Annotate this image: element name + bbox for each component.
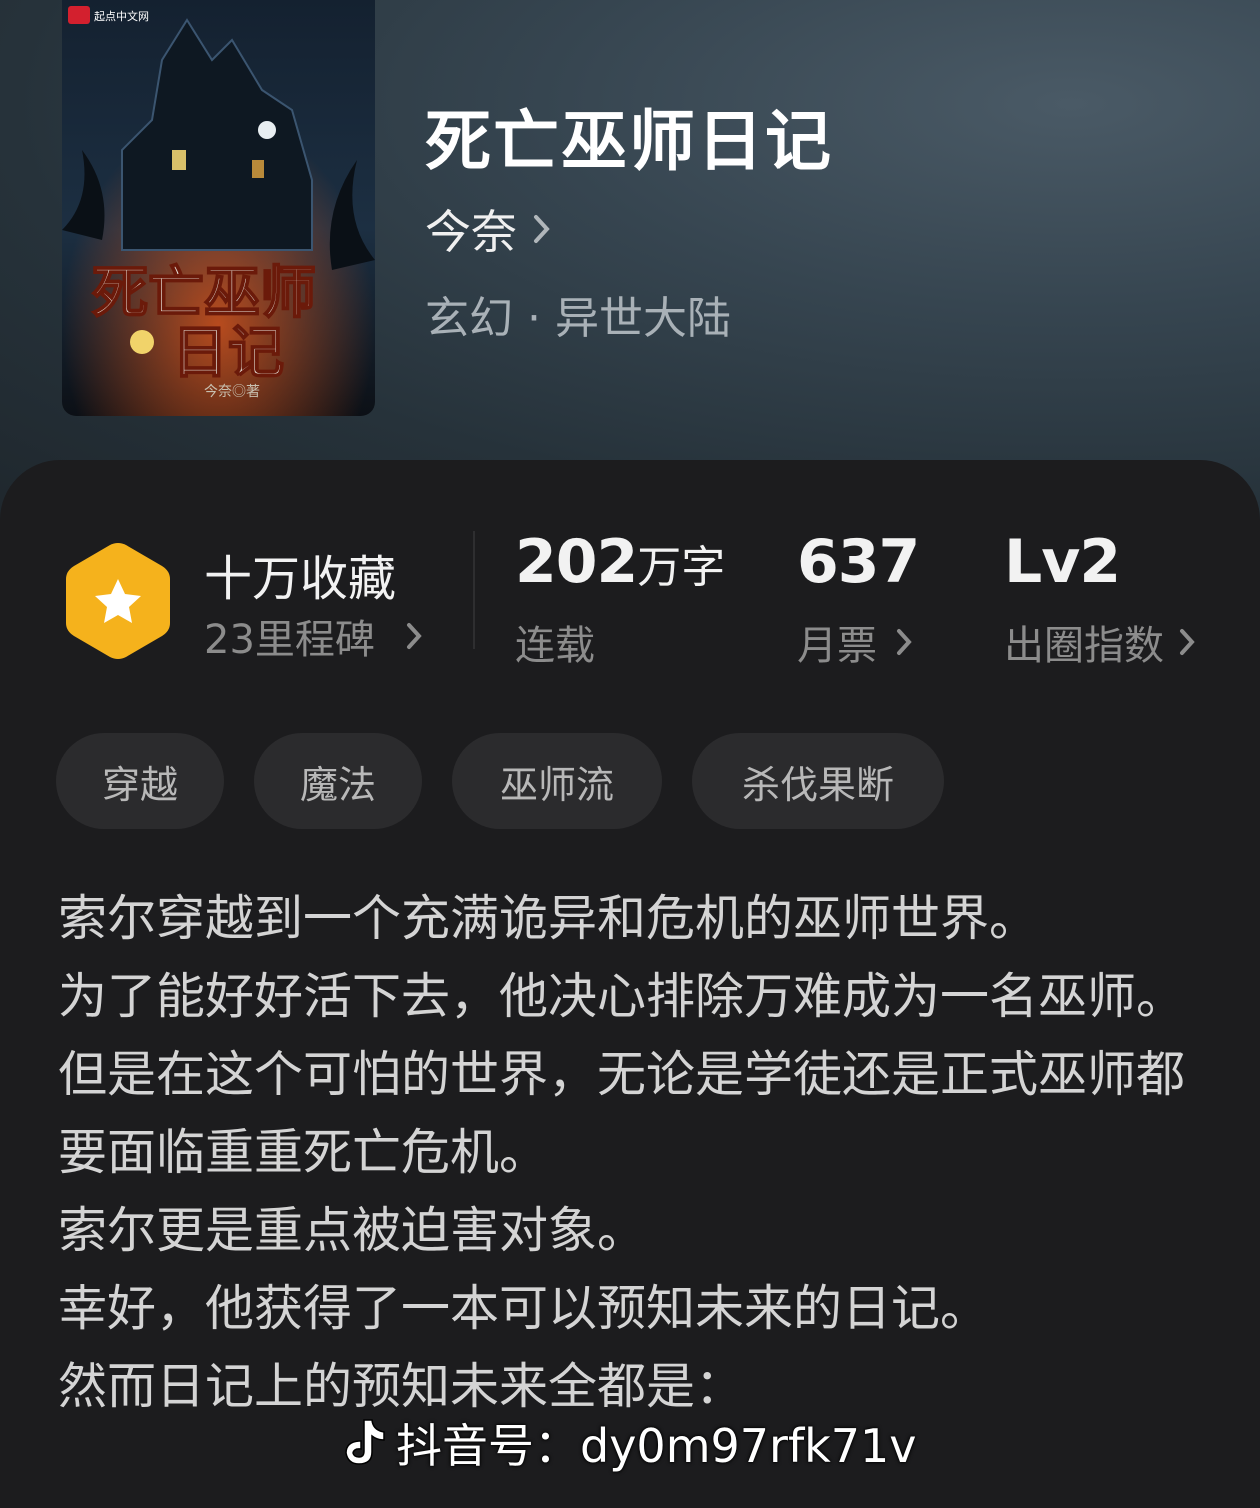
ticket-label: 月票 (797, 623, 877, 669)
author-name: 今奈 (425, 205, 517, 259)
book-description[interactable]: 索尔穿越到一个充满诡异和危机的巫师世界。 为了能好好活下去，他决心排除万难成为一… (58, 880, 1208, 1426)
collect-sub: 23里程碑 (204, 617, 375, 663)
genre-label: 玄幻 · 异世大陆 (425, 293, 731, 344)
ticket-number: 637 (797, 527, 920, 597)
cover-title-line1: 死亡巫师 (92, 260, 316, 326)
douyin-watermark: 抖音号：dy0m97rfk71v (340, 1410, 917, 1476)
description-line: 为了能好好活下去，他决心排除万难成为一名巫师。 (58, 968, 1186, 1025)
douyin-logo-icon (345, 1419, 385, 1465)
cover-brand: 起点中文网 (94, 9, 149, 23)
watermark-text: 抖音号：dy0m97rfk71v (396, 1419, 917, 1473)
word-count-unit: 万字 (637, 542, 726, 593)
cover-title-line2: 日记 (172, 320, 284, 386)
stats-divider (473, 531, 475, 649)
word-count: 202万字 (515, 527, 725, 597)
cover-art: 起点中文网 死亡巫师 日记 今奈◎著 (62, 0, 375, 416)
description-line: 幸好，他获得了一本可以预知未来的日记。 (58, 1280, 990, 1337)
cover-author: 今奈◎著 (204, 384, 260, 400)
collect-title: 十万收藏 (204, 551, 397, 607)
chevron-right-icon (897, 629, 912, 655)
ticket-count: 637 (797, 527, 920, 597)
tag-chip[interactable]: 杀伐果断 (692, 733, 944, 829)
serial-status: 连载 (515, 623, 595, 669)
word-count-number: 202 (515, 527, 638, 597)
description-line: 索尔更是重点被迫害对象。 (58, 1202, 647, 1259)
book-title: 死亡巫师日记 (425, 102, 833, 180)
description-line: 索尔穿越到一个充满诡异和危机的巫师世界。 (58, 890, 1039, 947)
level-value: Lv2 (1004, 527, 1121, 597)
tag-chip[interactable]: 巫师流 (452, 733, 662, 829)
tag-chip[interactable]: 魔法 (254, 733, 422, 829)
chevron-right-icon (406, 623, 422, 649)
ticket-label-row: 月票 (797, 613, 915, 671)
tag-chip[interactable]: 穿越 (56, 733, 224, 829)
author-link[interactable]: 今奈 (425, 196, 553, 262)
chevron-right-icon (1180, 629, 1195, 655)
description-line: 但是在这个可怕的世界，无论是学徒还是正式巫师都要面临重重死亡危机。 (58, 1046, 1186, 1181)
chevron-right-icon (534, 215, 550, 243)
collect-milestone: 23里程碑 (204, 607, 425, 665)
book-cover[interactable]: 起点中文网 死亡巫师 日记 今奈◎著 (62, 0, 375, 416)
level-label-row: 出圈指数 (1004, 613, 1198, 671)
star-hexagon-badge-icon (66, 543, 170, 659)
level-number: Lv2 (1004, 527, 1121, 597)
stats-bar: 十万收藏 23里程碑 202万字 连载 637 月票 Lv2 出圈指数 (0, 525, 1260, 675)
level-label: 出圈指数 (1004, 623, 1164, 669)
tag-list: 穿越 魔法 巫师流 杀伐果断 (56, 733, 944, 829)
